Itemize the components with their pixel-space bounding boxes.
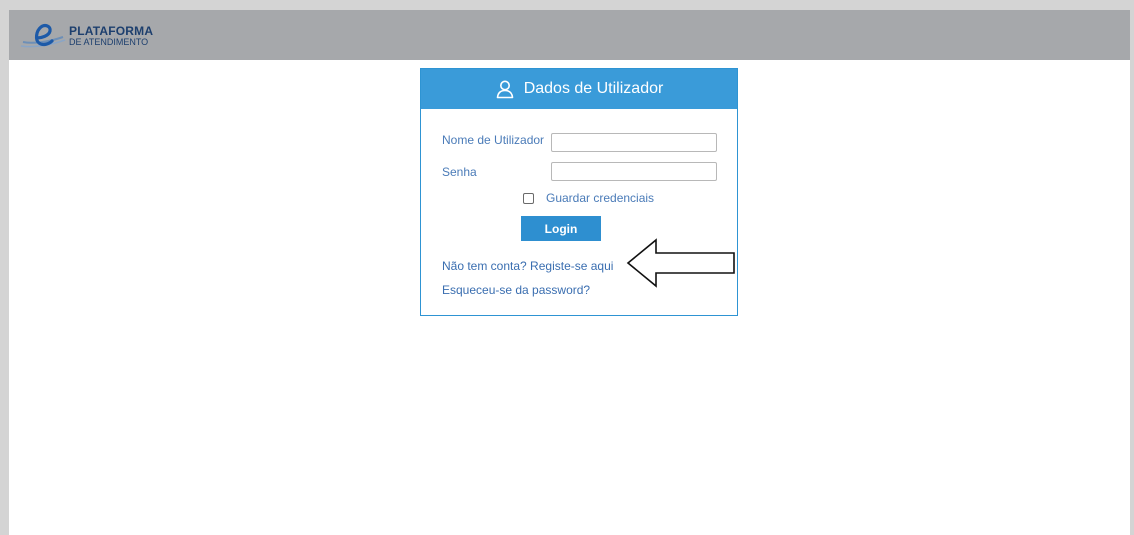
login-panel-title: Dados de Utilizador <box>523 80 664 97</box>
arrow-left-icon <box>626 238 735 288</box>
login-panel-header: Dados de Utilizador <box>421 69 737 109</box>
remember-credentials-checkbox[interactable] <box>523 192 534 204</box>
password-label: Senha <box>442 165 477 179</box>
window-frame-top <box>0 0 1134 10</box>
remember-credentials-row: Guardar credenciais <box>523 191 654 205</box>
username-label: Nome de Utilizador <box>442 133 545 147</box>
logo-subtitle: DE ATENDIMENTO <box>69 37 149 47</box>
top-header-bar: PLATAFORMA DE ATENDIMENTO <box>9 10 1130 60</box>
password-input[interactable] <box>551 162 717 181</box>
logo-title: PLATAFORMA <box>69 24 154 38</box>
window-frame-right <box>1130 0 1134 535</box>
platform-logo[interactable]: PLATAFORMA DE ATENDIMENTO <box>19 20 153 52</box>
remember-credentials-label[interactable]: Guardar credenciais <box>546 191 654 205</box>
logo-e-icon <box>20 24 66 48</box>
user-icon <box>496 80 513 99</box>
window-frame-left <box>0 0 9 535</box>
username-input[interactable] <box>551 133 717 152</box>
register-link[interactable]: Não tem conta? Registe-se aqui <box>442 259 613 273</box>
login-button[interactable]: Login <box>521 216 601 241</box>
forgot-password-link[interactable]: Esqueceu-se da password? <box>442 283 590 297</box>
